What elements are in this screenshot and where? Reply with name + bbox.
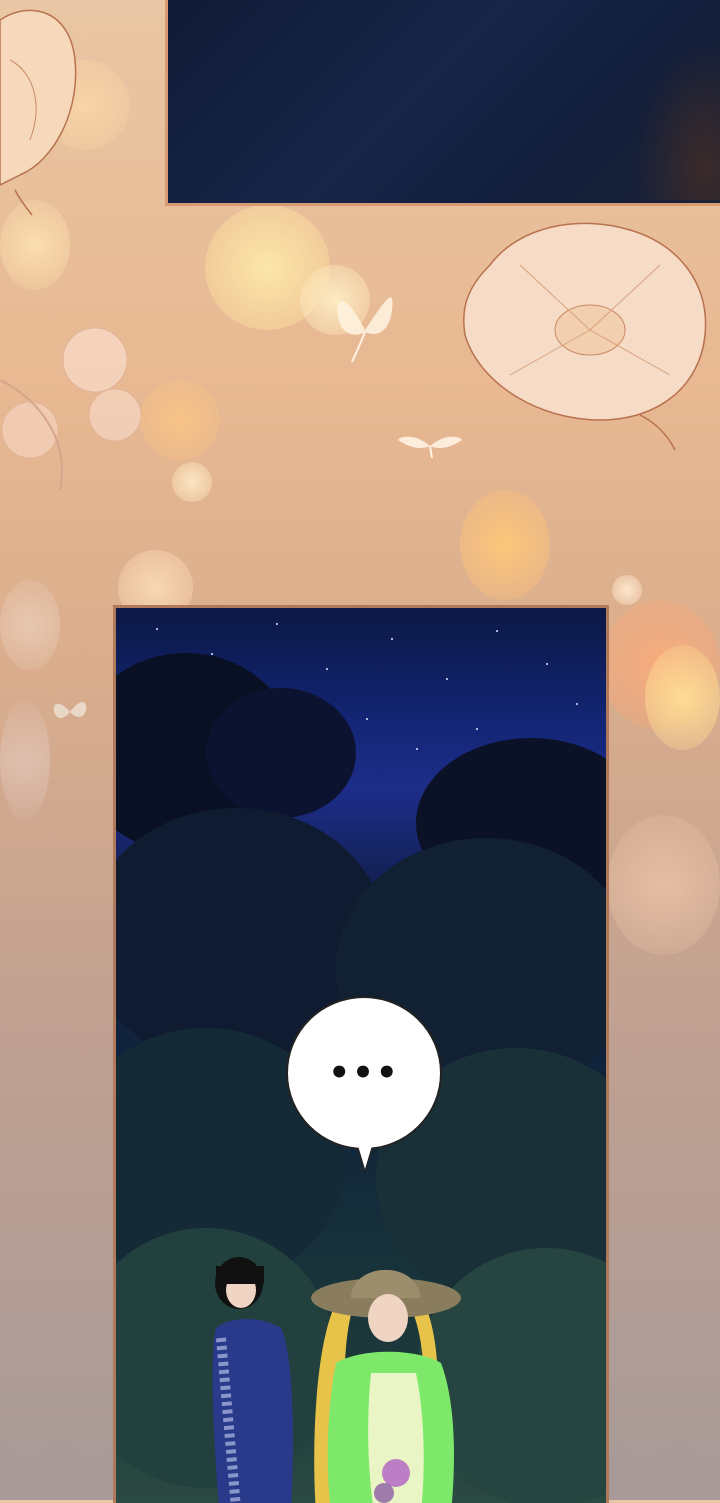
- bokeh-light: [140, 380, 220, 460]
- speech-bubble-tail: [356, 1139, 374, 1169]
- flower-illustration: [0, 327, 142, 490]
- star: [446, 678, 448, 680]
- star: [476, 728, 478, 730]
- bokeh-light: [300, 265, 370, 335]
- speech-bubble: •••: [286, 996, 442, 1150]
- bokeh-light: [612, 575, 642, 605]
- butterfly-icon: [53, 702, 87, 719]
- flower-illustration: [463, 222, 707, 451]
- character-woman-in-hat: [311, 1269, 461, 1503]
- character-dark-haired-woman: [212, 1257, 293, 1503]
- bokeh-light: [460, 490, 550, 600]
- comic-panel-top: [165, 0, 720, 206]
- star: [546, 663, 548, 665]
- butterfly-icon: [398, 436, 462, 459]
- bokeh-light: [205, 205, 330, 330]
- star: [576, 703, 578, 705]
- butterfly-icon: [337, 297, 393, 363]
- speech-bubble-text: •••: [328, 1053, 400, 1093]
- bokeh-light: [40, 60, 130, 150]
- star: [326, 668, 328, 670]
- star: [156, 628, 158, 630]
- bokeh-light: [607, 815, 720, 955]
- bokeh-light: [645, 645, 720, 750]
- star: [496, 630, 498, 632]
- comic-panel-night-forest: •••: [113, 605, 609, 1503]
- star: [416, 748, 418, 750]
- star: [276, 623, 278, 625]
- bokeh-light: [600, 600, 720, 730]
- star: [366, 718, 368, 720]
- star: [391, 638, 393, 640]
- bokeh-light: [0, 200, 70, 290]
- bokeh-light: [0, 700, 50, 820]
- bokeh-light: [0, 580, 60, 670]
- tree-canopy: [206, 688, 356, 818]
- flower-illustration: [0, 9, 77, 216]
- bokeh-light: [172, 462, 212, 502]
